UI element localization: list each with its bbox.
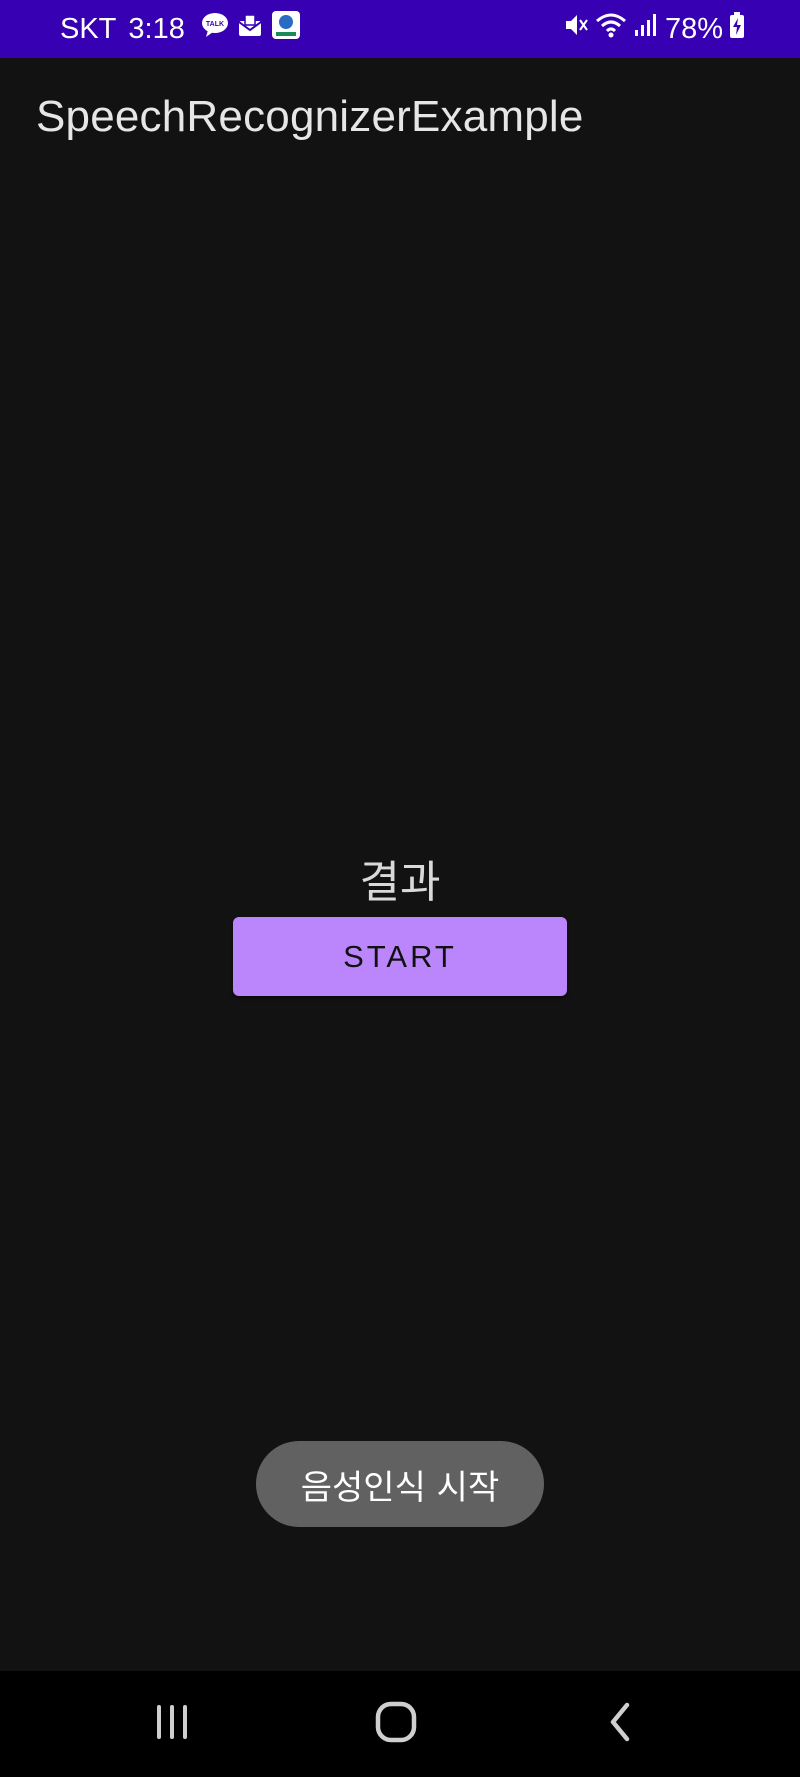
wifi-icon: [595, 11, 627, 47]
back-button[interactable]: [585, 1691, 655, 1757]
clock: 3:18: [128, 12, 185, 45]
home-icon: [374, 1700, 418, 1749]
carrier-label: SKT: [60, 12, 117, 45]
signal-icon: [633, 12, 659, 46]
back-icon: [605, 1700, 635, 1749]
toast-message: 음성인식 시작: [256, 1441, 544, 1527]
start-button[interactable]: START: [233, 917, 567, 996]
battery-percentage: 78%: [664, 12, 723, 45]
home-button[interactable]: [361, 1691, 431, 1757]
result-text: 결과: [359, 857, 441, 908]
status-bar: SKT 3:18 TALK 78%: [0, 0, 800, 58]
status-right: 78%: [563, 0, 745, 58]
recent-apps-icon: [152, 1702, 192, 1747]
app-title: SpeechRecognizerExample: [36, 92, 584, 141]
mute-icon: [563, 11, 589, 47]
notification-icons: TALK: [201, 10, 301, 48]
svg-text:TALK: TALK: [206, 21, 224, 28]
battery-charging-icon: [729, 11, 745, 47]
app-badge-icon: [271, 10, 301, 48]
navigation-bar: [0, 1671, 800, 1777]
mail-icon: [237, 13, 263, 46]
status-left: SKT 3:18 TALK: [60, 0, 301, 58]
recent-apps-button[interactable]: [137, 1691, 207, 1757]
talk-icon: TALK: [201, 12, 229, 46]
